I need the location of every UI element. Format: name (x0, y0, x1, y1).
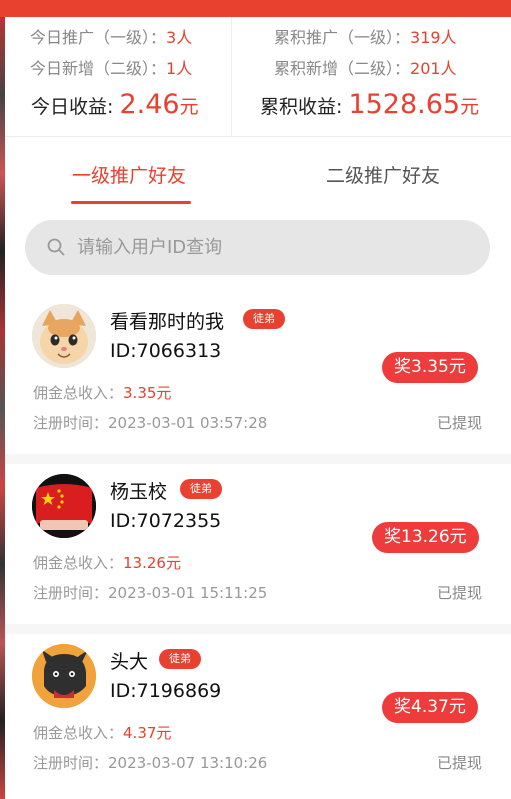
today-income-amount: 2.46 (119, 89, 180, 120)
today-new-stat: 今日新增（二级）：1人 (30, 55, 192, 79)
cartoon-avatar (32, 644, 96, 708)
disciple-badge: 徒弟 (243, 309, 285, 329)
total-income-amount: 1528.65 (348, 89, 461, 120)
disciple-badge: 徒弟 (180, 479, 222, 499)
income-label: 佣金总收入： (33, 384, 124, 402)
today-new-label: 今日新增（二级）： (30, 59, 167, 78)
total-new-value: 201人 (410, 59, 457, 78)
register-time: 注册时间：2023-03-07 13:10:26 (33, 752, 267, 773)
today-promote-value: 3人 (166, 28, 193, 47)
commission-income: 佣金总收入：13.26元 (33, 552, 181, 573)
friend-name: 杨玉校 (110, 481, 168, 503)
today-new-value: 1人 (166, 59, 193, 78)
register-value: 2023-03-01 03:57:28 (108, 414, 268, 432)
cartoon-face-image (32, 644, 96, 708)
register-value: 2023-03-07 13:10:26 (108, 754, 268, 772)
friend-tabs: 一级推广好友 二级推广好友 (5, 137, 511, 207)
today-income-unit: 元 (179, 96, 199, 118)
today-promote-label: 今日推广（一级）： (30, 28, 167, 47)
cat-avatar (32, 304, 96, 368)
search-input[interactable] (77, 220, 477, 275)
register-label: 注册时间： (33, 584, 109, 602)
friend-id: ID:7072355 (110, 510, 222, 532)
withdraw-status: 已提现 (436, 584, 482, 602)
withdraw-status: 已提现 (436, 414, 482, 432)
total-promote-stat: 累积推广（一级）：319人 (274, 24, 457, 48)
register-label: 注册时间： (33, 414, 109, 432)
income-label: 佣金总收入： (33, 554, 124, 572)
total-income: 累积收益: 1528.65元 (260, 89, 479, 120)
register-value: 2023-03-01 15:11:25 (108, 584, 268, 602)
income-value: 3.35元 (123, 384, 172, 402)
income-label: 佣金总收入： (33, 724, 124, 742)
income-value: 4.37元 (123, 724, 172, 742)
flag-avatar (32, 474, 96, 538)
total-income-label: 累积收益: (260, 96, 343, 118)
friend-id: ID:7066313 (110, 340, 222, 362)
stats-panel: 今日推广（一级）：3人 今日新增（二级）：1人 今日收益: 2.46元 累积推广… (5, 17, 511, 137)
active-tab-indicator (71, 201, 191, 204)
friend-name: 看看那时的我 (110, 311, 225, 333)
tab-level-one[interactable]: 一级推广好友 (72, 161, 186, 188)
friend-id: ID:7196869 (110, 680, 222, 702)
stats-total: 累积推广（一级）：319人 累积新增（二级）：201人 累积收益: 1528.6… (233, 17, 511, 137)
income-value: 13.26元 (123, 554, 181, 572)
total-income-unit: 元 (460, 96, 480, 118)
total-promote-label: 累积推广（一级）： (274, 28, 411, 47)
cat-face-image (32, 304, 96, 368)
stats-today: 今日推广（一级）：3人 今日新增（二级）：1人 今日收益: 2.46元 (5, 17, 232, 137)
disciple-badge: 徒弟 (159, 649, 201, 669)
top-bar (0, 0, 511, 17)
tab-level-two[interactable]: 二级推广好友 (326, 161, 440, 188)
reward-button[interactable]: 奖13.26元 (372, 522, 479, 553)
commission-income: 佣金总收入：4.37元 (33, 722, 171, 743)
today-promote-stat: 今日推广（一级）：3人 (30, 24, 192, 48)
search-bar[interactable] (25, 220, 490, 275)
reward-button[interactable]: 奖4.37元 (382, 692, 478, 723)
friend-name: 头大 (110, 651, 149, 673)
withdraw-status: 已提现 (436, 754, 482, 772)
today-income: 今日收益: 2.46元 (31, 89, 199, 120)
friend-card[interactable]: 头大 徒弟 ID:7196869 奖4.37元 佣金总收入：4.37元 注册时间… (5, 630, 511, 799)
friend-card[interactable]: 看看那时的我 徒弟 ID:7066313 奖3.35元 佣金总收入：3.35元 … (5, 290, 511, 460)
today-income-label: 今日收益: (31, 96, 114, 118)
total-new-stat: 累积新增（二级）：201人 (274, 55, 457, 79)
register-time: 注册时间：2023-03-01 15:11:25 (33, 582, 267, 603)
total-new-label: 累积新增（二级）： (274, 59, 411, 78)
search-icon (47, 238, 65, 256)
total-promote-value: 319人 (410, 28, 457, 47)
friend-card[interactable]: 杨玉校 徒弟 ID:7072355 奖13.26元 佣金总收入：13.26元 注… (5, 460, 511, 630)
register-time: 注册时间：2023-03-01 03:57:28 (33, 412, 267, 433)
flag-image (32, 474, 96, 538)
commission-income: 佣金总收入：3.35元 (33, 382, 171, 403)
reward-button[interactable]: 奖3.35元 (382, 352, 478, 383)
register-label: 注册时间： (33, 754, 109, 772)
